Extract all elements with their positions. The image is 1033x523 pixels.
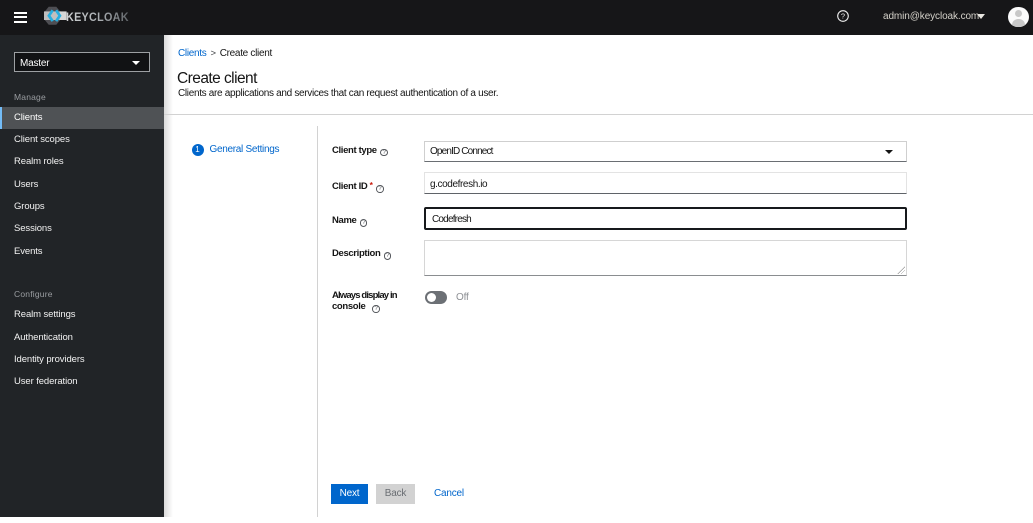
svg-text:?: ? bbox=[841, 12, 845, 21]
